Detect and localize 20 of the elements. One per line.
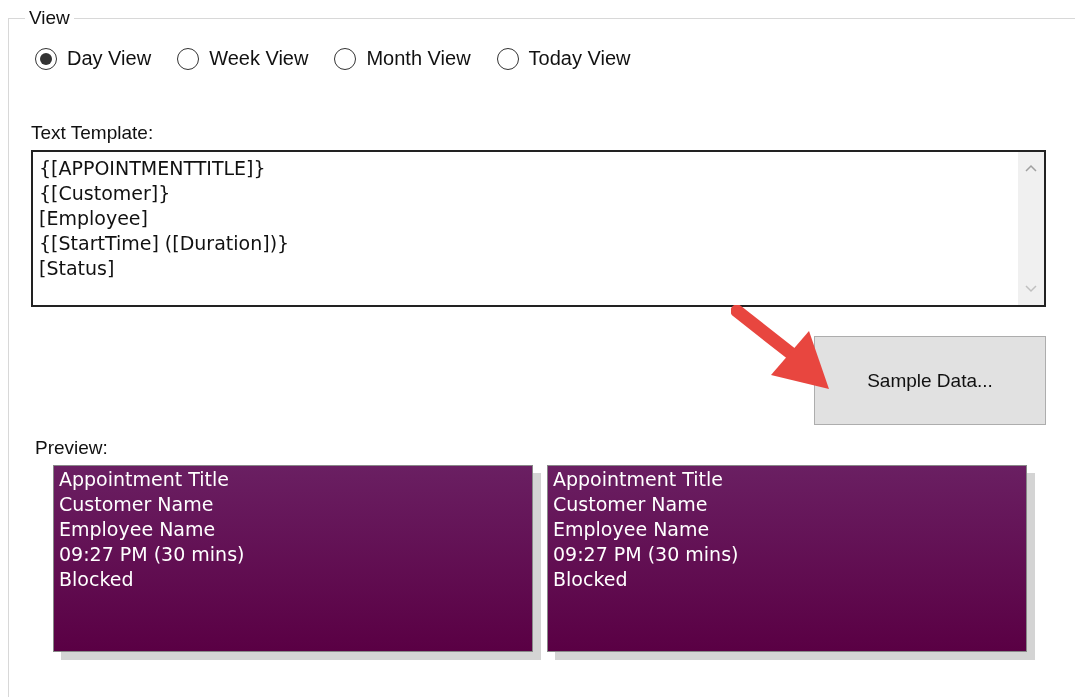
sample-data-button[interactable]: Sample Data...	[814, 336, 1046, 425]
radio-option[interactable]: Day View	[35, 47, 152, 70]
preview-text: Blocked	[553, 567, 629, 592]
radio-option[interactable]: Week View	[177, 47, 309, 70]
preview-text: 09:27 PM (30 mins)	[553, 542, 740, 567]
preview-text: Appointment Title	[59, 467, 230, 492]
preview-text: Blocked	[59, 567, 135, 592]
scroll-up-icon[interactable]	[1025, 164, 1037, 172]
preview-text: 09:27 PM (30 mins)	[59, 542, 246, 567]
radio-option[interactable]: Today View	[496, 47, 631, 70]
preview-text: Customer Name	[553, 492, 709, 517]
scrollbar[interactable]	[1018, 152, 1044, 305]
field-label: Text Template:	[31, 122, 155, 144]
preview-text: Employee Name	[553, 517, 711, 542]
scroll-down-icon[interactable]	[1025, 285, 1037, 293]
preview-label: Preview:	[35, 437, 109, 459]
radio-option[interactable]: Month View	[334, 47, 471, 70]
preview-text: Customer Name	[59, 492, 215, 517]
preview-text: Employee Name	[59, 517, 217, 542]
preview-text: Appointment Title	[553, 467, 724, 492]
